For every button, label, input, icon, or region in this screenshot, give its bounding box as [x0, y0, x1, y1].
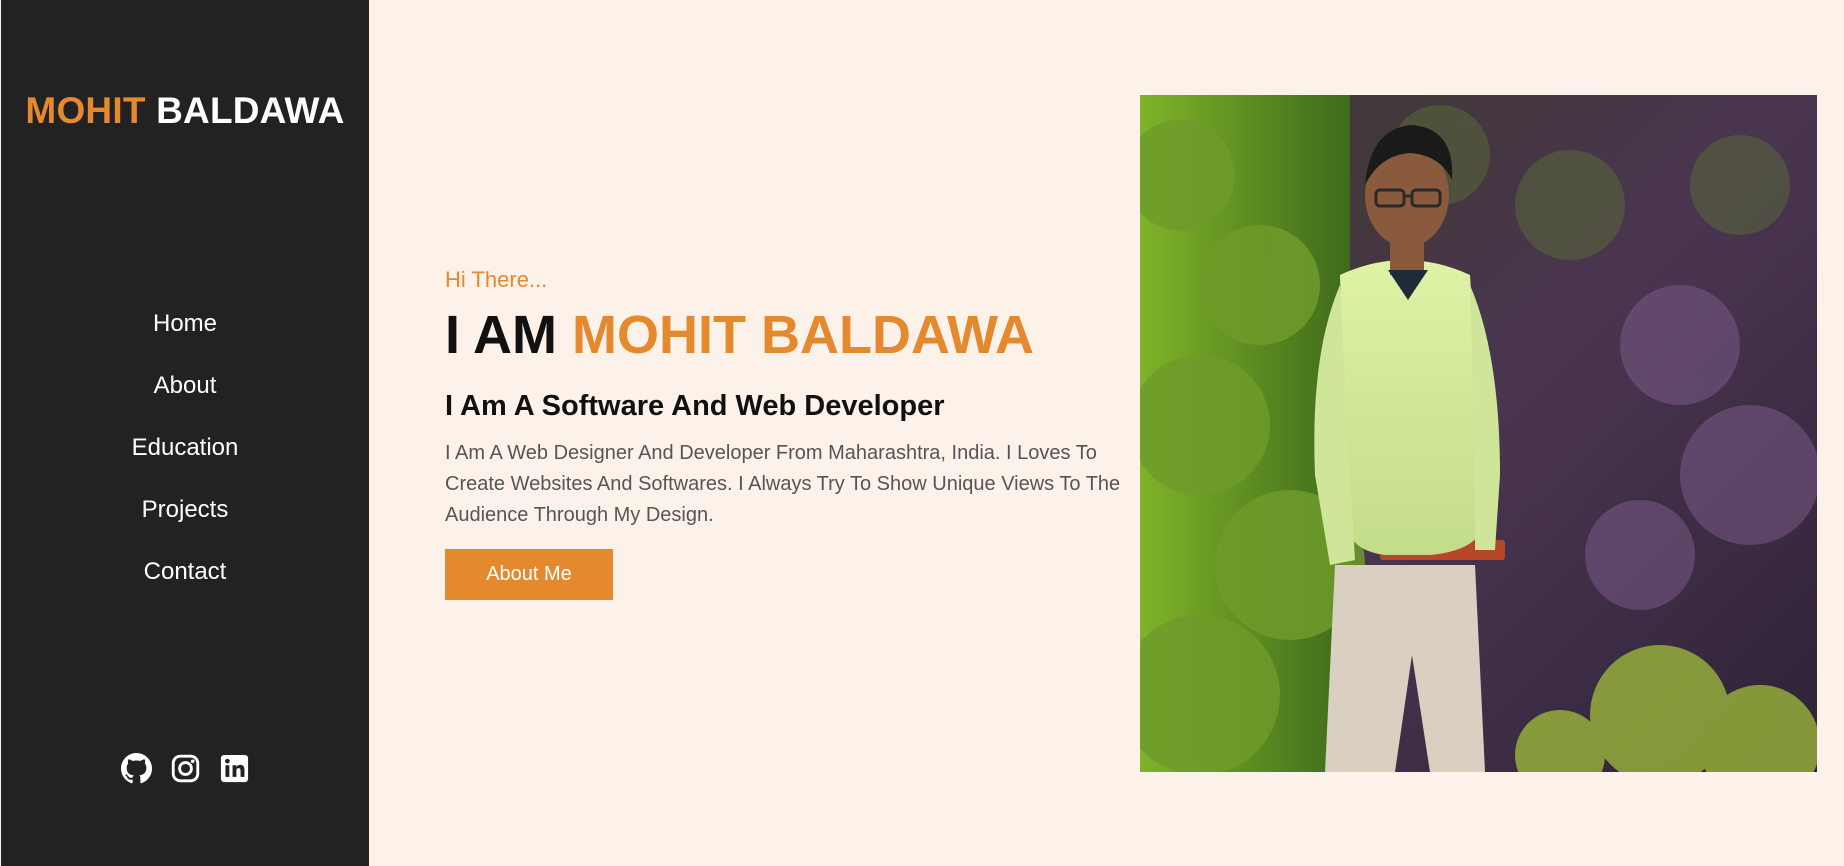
nav-item-projects: Projects	[1, 488, 369, 550]
hero-subtitle: I Am A Software And Web Developer	[445, 390, 945, 422]
linkedin-icon[interactable]	[219, 753, 250, 784]
nav-item-contact: Contact	[1, 550, 369, 612]
brand-last-name: BALDAWA	[156, 90, 345, 131]
instagram-icon[interactable]	[170, 753, 201, 784]
brand-first-name: MOHIT	[25, 90, 146, 131]
nav-link-education[interactable]: Education	[132, 426, 239, 470]
sidebar: MOHIT BALDAWA Home About Education Proje…	[1, 0, 369, 866]
nav-link-home[interactable]: Home	[153, 302, 217, 346]
hero-headline: I AM MOHIT BALDAWA	[445, 300, 1125, 370]
profile-photo	[1140, 95, 1817, 772]
profile-photo-illustration	[1140, 95, 1817, 772]
social-links	[1, 753, 369, 784]
nav-link-projects[interactable]: Projects	[142, 488, 229, 532]
nav-link-contact[interactable]: Contact	[144, 550, 227, 594]
brand-logo[interactable]: MOHIT BALDAWA	[1, 90, 369, 132]
nav-item-home: Home	[1, 302, 369, 364]
github-icon[interactable]	[120, 753, 152, 784]
about-me-button[interactable]: About Me	[445, 549, 613, 600]
headline-name: MOHIT BALDAWA	[572, 305, 1034, 365]
nav-menu: Home About Education Projects Contact	[1, 302, 369, 612]
hero-section: Hi There... I AM MOHIT BALDAWA I Am A So…	[445, 262, 1125, 600]
hero-greeting: Hi There...	[445, 267, 548, 292]
nav-item-about: About	[1, 364, 369, 426]
nav-item-education: Education	[1, 426, 369, 488]
headline-prefix: I AM	[445, 305, 557, 365]
hero-description: I Am A Web Designer And Developer From M…	[445, 442, 1121, 526]
nav-link-about[interactable]: About	[154, 364, 217, 408]
page: MOHIT BALDAWA Home About Education Proje…	[0, 0, 1844, 866]
